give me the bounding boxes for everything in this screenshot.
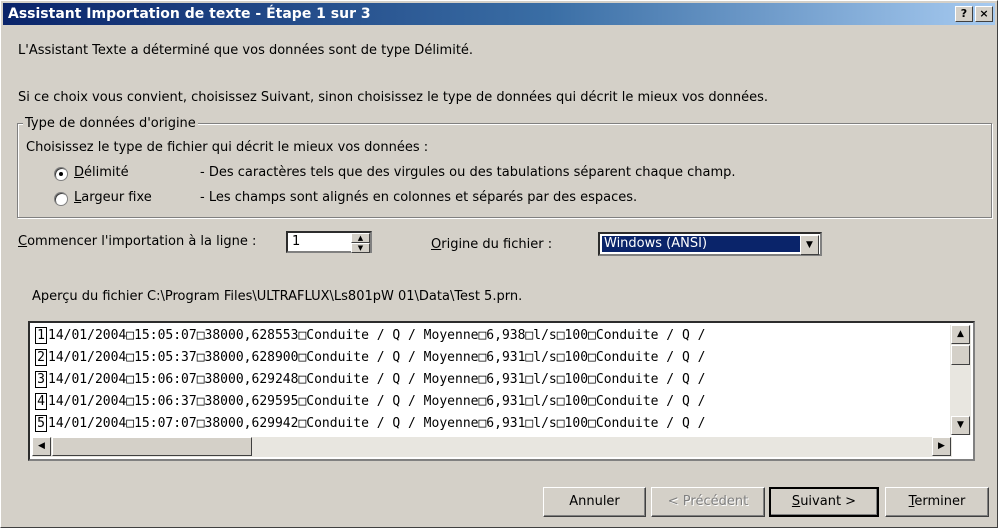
- radio-fixed-width-circle[interactable]: [54, 192, 68, 206]
- data-type-prompt: Choisissez le type de fichier qui décrit…: [26, 140, 429, 155]
- scroll-up-icon[interactable]: ▲: [951, 325, 970, 344]
- preview-row-number: 3: [35, 371, 47, 388]
- file-preview[interactable]: 1 14/01/2004□15:05:07□38000,628553□Condui…: [28, 321, 975, 461]
- window-title: Assistant Importation de texte - Étape 1…: [8, 6, 371, 22]
- preview-row-text: 14/01/2004□15:05:37□38000,628900□Conduit…: [48, 350, 706, 365]
- preview-row-text: 14/01/2004□15:06:07□38000,629248□Conduit…: [48, 372, 706, 387]
- intro-line-2: Si ce choix vous convient, choisissez Su…: [18, 90, 768, 105]
- preview-row-number: 4: [35, 393, 47, 410]
- spin-down-icon[interactable]: ▼: [351, 243, 370, 253]
- scroll-left-icon[interactable]: ◀: [32, 437, 51, 456]
- preview-horizontal-scrollbar[interactable]: ◀ ▶: [32, 437, 952, 457]
- preview-row-number: 1: [35, 327, 47, 344]
- radio-delimited-circle[interactable]: [54, 167, 68, 181]
- preview-row-number: 5: [35, 415, 47, 432]
- preview-row: 1 14/01/2004□15:05:07□38000,628553□Condui…: [35, 325, 705, 347]
- radio-fixed-width-description: - Les champs sont alignés en colonnes et…: [200, 190, 638, 205]
- next-button[interactable]: Suivant >: [769, 487, 879, 517]
- help-button[interactable]: ?: [955, 6, 973, 22]
- vertical-scroll-thumb[interactable]: [951, 345, 970, 365]
- file-origin-value[interactable]: Windows (ANSI): [601, 235, 801, 253]
- preview-row: 4 14/01/2004□15:06:37□38000,629595□Condui…: [35, 391, 705, 413]
- preview-row-text: 14/01/2004□15:06:37□38000,629595□Conduit…: [48, 394, 706, 409]
- preview-row-text: 14/01/2004□15:07:07□38000,629942□Conduit…: [48, 416, 706, 431]
- scroll-right-icon[interactable]: ▶: [932, 437, 951, 456]
- radio-delimited-label[interactable]: Délimité: [74, 165, 129, 180]
- intro-line-1: L'Assistant Texte a déterminé que vos do…: [18, 43, 474, 58]
- file-origin-select[interactable]: Windows (ANSI) ▼: [598, 232, 822, 256]
- preview-row: 5 14/01/2004□15:07:07□38000,629942□Condui…: [35, 413, 705, 435]
- close-button[interactable]: ×: [975, 6, 993, 22]
- preview-row-number: 2: [35, 349, 47, 366]
- horizontal-scroll-thumb[interactable]: [52, 437, 252, 456]
- dropdown-arrow-icon[interactable]: ▼: [800, 235, 819, 255]
- preview-row: 2 14/01/2004□15:05:37□38000,628900□Condui…: [35, 347, 705, 369]
- preview-label: Aperçu du fichier C:\Program Files\ULTRA…: [32, 289, 523, 304]
- title-bar[interactable]: Assistant Importation de texte - Étape 1…: [3, 3, 995, 25]
- preview-row: 3 14/01/2004□15:06:07□38000,629248□Condui…: [35, 369, 705, 391]
- preview-content: 1 14/01/2004□15:05:07□38000,628553□Condui…: [32, 325, 953, 435]
- spin-up-icon[interactable]: ▲: [351, 233, 370, 243]
- text-import-wizard-dialog: Assistant Importation de texte - Étape 1…: [0, 0, 998, 528]
- start-row-label: Commencer l'importation à la ligne :: [18, 234, 257, 249]
- start-row-spinner[interactable]: ▲ ▼: [351, 233, 370, 253]
- cancel-button[interactable]: Annuler: [543, 487, 646, 517]
- preview-vertical-scrollbar[interactable]: ▲ ▼: [950, 325, 971, 435]
- finish-button[interactable]: Terminer: [885, 487, 989, 517]
- radio-delimited-description: - Des caractères tels que des virgules o…: [200, 165, 736, 180]
- preview-row-text: 14/01/2004□15:05:07□38000,628553□Conduit…: [48, 328, 706, 343]
- previous-button[interactable]: < Précédent: [651, 487, 765, 517]
- data-type-group-legend: Type de données d'origine: [23, 116, 198, 131]
- scroll-down-icon[interactable]: ▼: [951, 416, 970, 435]
- file-origin-label: Origine du fichier :: [431, 237, 553, 252]
- radio-fixed-width-label[interactable]: Largeur fixe: [74, 190, 152, 205]
